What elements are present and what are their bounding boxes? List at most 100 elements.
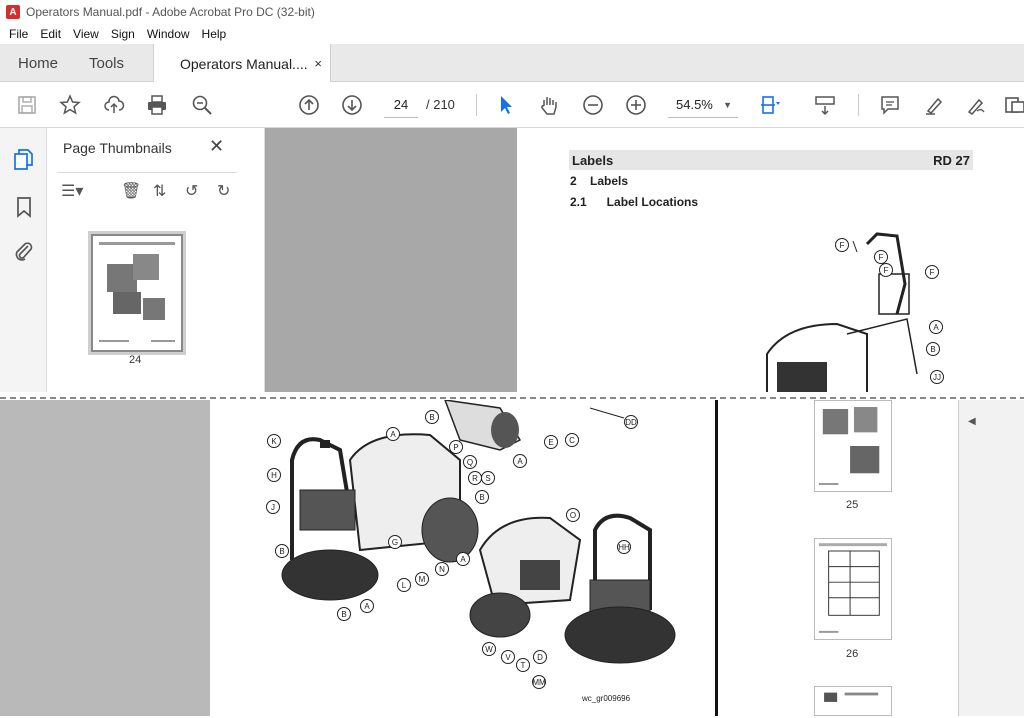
window-title: Operators Manual.pdf - Adobe Acrobat Pro… [26, 5, 315, 19]
menu-window[interactable]: Window [141, 27, 196, 41]
next-page-icon[interactable] [338, 91, 366, 119]
thumbnail-page-25[interactable] [814, 400, 892, 492]
toolbar-divider [476, 94, 477, 116]
page-number-input[interactable] [384, 92, 418, 118]
panel-title: Page Thumbnails [63, 140, 172, 156]
callout-label: E [544, 435, 558, 449]
callout-label: P [449, 440, 463, 454]
page-total: / 210 [426, 97, 455, 112]
zoom-level-value: 54.5% [676, 97, 713, 112]
document-page: Labels RD 27 2 Labels 2.1 Label Location… [517, 128, 1024, 396]
menu-view[interactable]: View [67, 27, 105, 41]
tab-bar: Home Tools Operators Manual.... × [0, 44, 1024, 83]
bookmark-icon[interactable] [12, 195, 36, 219]
callout-label: N [435, 562, 449, 576]
hand-tool-icon[interactable] [535, 91, 563, 119]
menu-edit[interactable]: Edit [34, 27, 67, 41]
tab-tools[interactable]: Tools [89, 44, 124, 82]
callout-label: J [266, 500, 280, 514]
callout-label: B [275, 544, 289, 558]
insert-page-icon[interactable]: ⇅ [153, 181, 166, 201]
callout-label: A [386, 427, 400, 441]
previous-page-icon[interactable] [295, 91, 323, 119]
title-bar: A Operators Manual.pdf - Adobe Acrobat P… [0, 0, 1024, 24]
callout-label: Q [463, 455, 477, 469]
callout-label: F [925, 265, 939, 279]
tab-home[interactable]: Home [18, 44, 58, 82]
collapse-panel-strip: ◀ [958, 400, 1024, 716]
callout-label: B [926, 342, 940, 356]
callout-label: B [337, 607, 351, 621]
callout-label: JJ [930, 370, 944, 384]
highlight-pen-icon[interactable] [920, 91, 948, 119]
cloud-upload-icon[interactable] [100, 91, 128, 119]
page-thumbnails-panel: Page Thumbnails ✕ ☰▾ 🗑 ⇅ ↺ ↻ 24 [47, 128, 265, 396]
rotate-right-icon[interactable]: ↻ [217, 181, 230, 201]
zoom-search-icon[interactable] [188, 91, 216, 119]
zoom-out-icon[interactable] [579, 91, 607, 119]
thumbnail-page-27[interactable] [814, 686, 892, 716]
save-icon[interactable] [13, 91, 41, 119]
section-heading: 2 Labels [570, 174, 629, 188]
comment-icon[interactable] [876, 91, 904, 119]
select-cursor-icon[interactable] [492, 91, 520, 119]
tab-document[interactable]: Operators Manual.... × [153, 44, 331, 83]
attachment-icon[interactable] [12, 239, 36, 263]
sign-pen-icon[interactable] [962, 91, 990, 119]
header-title: Labels [572, 152, 614, 168]
print-icon[interactable] [143, 91, 171, 119]
zoom-in-icon[interactable] [622, 91, 650, 119]
page-thumbnails-icon[interactable] [12, 148, 36, 172]
subsection-heading: 2.1 Label Locations [570, 195, 699, 209]
document-canvas [265, 128, 517, 396]
toolbar: / 210 54.5% ▼ [0, 82, 1024, 128]
close-icon[interactable]: ✕ [209, 136, 224, 157]
document-page-figure: K A P Q R S B H J B G L M N A B A O HH W… [210, 400, 715, 716]
callout-label: B [425, 410, 439, 424]
close-tab-icon[interactable]: × [314, 56, 322, 71]
thumbnail-column-artifact: 25 26 [718, 400, 958, 716]
thumbnail-page-number: 26 [846, 648, 859, 660]
callout-label: B [475, 490, 489, 504]
callout-label: HH [617, 540, 631, 554]
menu-help[interactable]: Help [196, 27, 233, 41]
zoom-level-select[interactable]: 54.5% ▼ [668, 92, 738, 118]
callout-label: K [267, 434, 281, 448]
callout-label: A [456, 552, 470, 566]
more-tools-icon[interactable] [1000, 91, 1024, 119]
callout-label: M [415, 572, 429, 586]
toolbar-divider [858, 94, 859, 116]
callout-label: G [388, 535, 402, 549]
acrobat-icon: A [6, 5, 20, 19]
expand-left-icon[interactable]: ◀ [968, 416, 976, 427]
callout-label: R [468, 471, 482, 485]
callout-label: L [397, 578, 411, 592]
chevron-down-icon: ▼ [723, 99, 732, 110]
callout-label: F [835, 238, 849, 252]
tab-document-label: Operators Manual.... [180, 55, 308, 72]
keyboard-scroll-icon[interactable] [811, 91, 839, 119]
callout-label: A [513, 454, 527, 468]
callout-label: O [566, 508, 580, 522]
callout-label: H [267, 468, 281, 482]
thumbnail-page-24[interactable] [91, 234, 183, 352]
document-canvas [0, 400, 210, 716]
callout-label: C [565, 433, 579, 447]
callout-label: T [516, 658, 530, 672]
menu-sign[interactable]: Sign [105, 27, 141, 41]
thumbnail-page-26[interactable] [814, 538, 892, 640]
figure-caption: wc_gr009696 [582, 694, 631, 703]
thumbnail-options-icon[interactable]: ☰▾ [61, 181, 83, 201]
callout-label: W [482, 642, 496, 656]
trash-icon[interactable]: 🗑 [121, 181, 141, 201]
thumbnail-page-number: 24 [129, 354, 142, 366]
callout-label: A [929, 320, 943, 334]
page-fit-icon[interactable] [756, 91, 784, 119]
star-icon[interactable] [56, 91, 84, 119]
thumbnail-page-number: 25 [846, 499, 859, 511]
callout-label: D [533, 650, 547, 664]
left-navigation-rail [0, 128, 47, 396]
rotate-left-icon[interactable]: ↺ [185, 181, 198, 201]
callout-label: A [360, 599, 374, 613]
menu-file[interactable]: File [0, 27, 34, 41]
